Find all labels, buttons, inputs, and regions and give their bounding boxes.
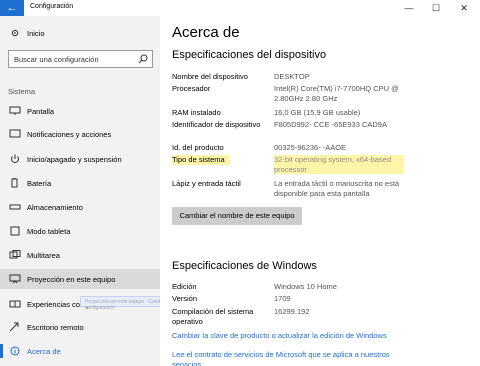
sidebar: Inicio Buscar una configuración Sistema … [0, 16, 160, 366]
sidebar-item-modo-tableta[interactable]: Modo tableta [0, 221, 160, 241]
selection-indicator [0, 344, 3, 358]
spec-value: 1709 [274, 294, 291, 303]
sidebar-item-pantalla[interactable]: Pantalla [0, 101, 160, 121]
sidebar-item-almacenamiento[interactable]: Almacenamiento [0, 197, 160, 217]
main-content: Acerca de Especificaciones del dispositi… [160, 16, 480, 366]
sidebar-item-label: Almacenamiento [27, 202, 83, 212]
windows-specs-heading: Especificaciones de Windows [172, 260, 317, 272]
close-button[interactable]: ✕ [456, 1, 472, 15]
spec-value: 16299.192 [274, 307, 310, 316]
spec-key: Versión [172, 294, 198, 303]
services-agreement-link[interactable]: Lee el contrato de servicios de Microsof… [172, 350, 402, 366]
spec-value: La entrada táctil o manuscrita no está d… [274, 179, 400, 198]
sidebar-item-label: Proyección en este equipo [27, 274, 116, 284]
search-placeholder: Buscar una configuración [14, 55, 99, 64]
back-button[interactable]: ← [0, 0, 24, 16]
notification-icon [9, 129, 21, 138]
title-bar: ← Configuración — ☐ ✕ [0, 0, 480, 16]
sidebar-home-label: Inicio [27, 28, 45, 38]
power-icon [11, 154, 19, 163]
sidebar-item-label: Notificaciones y acciones [27, 129, 112, 139]
projection-icon [9, 274, 21, 284]
page-title: Acerca de [172, 24, 240, 41]
spec-key: Nombre del dispositivo [172, 72, 248, 81]
sidebar-item-label: Escritorio remoto [27, 322, 84, 332]
display-icon [9, 106, 21, 115]
sidebar-item-label: Inicio/apagado y suspensión [27, 154, 122, 164]
spec-value: F805D992- CCE -65E933 CAD9A [274, 120, 387, 129]
sidebar-item-label: Acerca de [27, 346, 61, 356]
sidebar-item-notificaciones[interactable]: Notificaciones y acciones [0, 124, 160, 144]
sidebar-home[interactable]: Inicio [9, 28, 45, 38]
gear-icon [11, 29, 19, 37]
sidebar-item-label: Batería [27, 178, 52, 188]
spec-key: Edición [172, 282, 197, 291]
spec-value: Intel(R) Core(TM) i7-7700HQ CPU @ 2.80GH… [274, 84, 399, 103]
maximize-button[interactable]: ☐ [428, 1, 444, 15]
battery-icon [11, 178, 18, 188]
tablet-icon [10, 226, 20, 236]
sidebar-item-acerca-de[interactable]: Acerca de [0, 341, 160, 361]
sidebar-item-escritorio-remoto[interactable]: Escritorio remoto [0, 317, 160, 337]
rename-pc-button[interactable]: Cambiar el nombre de este equipo [172, 207, 302, 225]
window-title: Configuración [30, 3, 74, 10]
spec-value: 00325-96236- -AAOE [274, 143, 347, 152]
spec-value: 16,0 GB (15,9 GB usable) [274, 108, 361, 117]
spec-value: 32-bit operating system, x64-based proce… [274, 155, 404, 174]
shared-experiences-icon [9, 300, 21, 308]
remote-desktop-icon [9, 322, 19, 332]
sidebar-item-inicio-apagado[interactable]: Inicio/apagado y suspensión [0, 149, 160, 169]
search-icon [138, 54, 148, 64]
sidebar-section-label: Sistema [8, 87, 36, 96]
spec-key: Compilación del sistema operativo [172, 307, 254, 326]
back-arrow-icon: ← [6, 2, 18, 14]
spec-key: Id. del producto [172, 143, 224, 152]
spec-key: RAM instalado [172, 108, 221, 117]
search-input[interactable]: Buscar una configuración [8, 50, 153, 68]
spec-value: DESKTOP [274, 72, 310, 81]
device-specs-heading: Especificaciones del dispositivo [172, 49, 327, 61]
spec-key: Procesador [172, 84, 211, 93]
sidebar-item-label: Multitarea [27, 250, 60, 260]
spec-key: Lápiz y entrada táctil [172, 179, 241, 188]
sidebar-item-bateria[interactable]: Batería [0, 173, 160, 193]
storage-icon [9, 204, 21, 210]
spec-key: Identificador de dispositivo [172, 120, 261, 129]
spec-value: Windows 10 Home [274, 282, 337, 291]
minimize-button[interactable]: — [401, 1, 417, 15]
sidebar-item-proyeccion[interactable]: Proyección en este equipo [0, 269, 160, 289]
multitask-icon [9, 250, 21, 259]
sidebar-item-label: Modo tableta [27, 226, 71, 236]
info-icon [10, 346, 20, 356]
sidebar-item-multitarea[interactable]: Multitarea [0, 245, 160, 265]
change-product-key-link[interactable]: Cambiar la clave de producto o actualiza… [172, 331, 387, 340]
sidebar-item-label: Pantalla [27, 106, 55, 116]
spec-key: Tipo de sistema [172, 155, 230, 165]
